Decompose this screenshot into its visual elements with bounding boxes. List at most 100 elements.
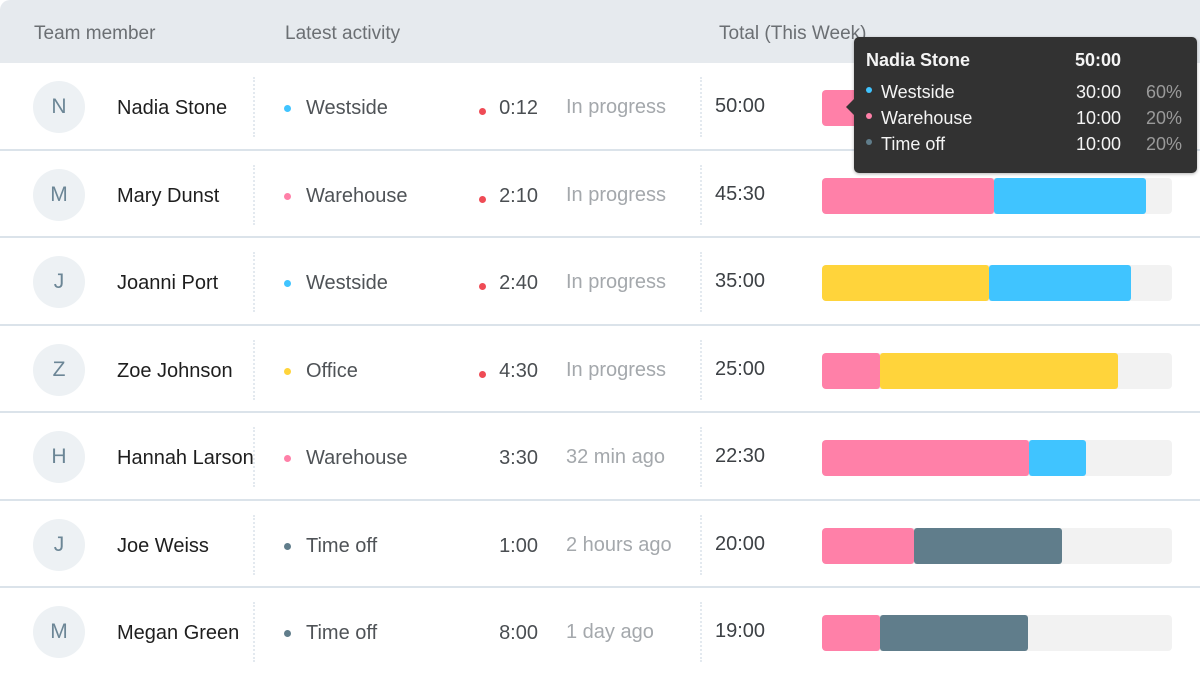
hours-bar[interactable] <box>822 615 1172 651</box>
weekly-total: 20:00 <box>715 532 766 555</box>
activity-duration: 2:40 <box>499 272 538 294</box>
hours-bar-segment-warehouse[interactable] <box>822 352 881 389</box>
member-name[interactable]: Joe Weiss <box>117 535 209 558</box>
hours-bar-segment-warehouse[interactable] <box>822 527 915 564</box>
activity-duration: 1:00 <box>499 534 538 557</box>
hours-bar[interactable] <box>822 352 1172 389</box>
activity-status: In progress <box>566 96 667 118</box>
tooltip-item-value: 10:00 <box>1076 108 1122 128</box>
activity-location: Office <box>306 359 358 382</box>
hours-bar-segment-time-off[interactable] <box>914 527 1063 564</box>
avatar: M <box>33 606 85 658</box>
team-member-row[interactable]: J Joanni Port Westside 2:40 In progress 35:00 <box>0 238 1200 326</box>
tooltip-item: Time off 10:00 20% <box>854 134 1197 158</box>
column-divider <box>700 164 702 225</box>
hours-bar-segment-westside[interactable] <box>988 265 1132 301</box>
column-divider <box>253 339 255 400</box>
avatar: M <box>33 168 85 221</box>
tooltip-item: Westside 30:00 60% <box>854 82 1197 106</box>
activity-location: Time off <box>306 534 378 557</box>
column-divider <box>253 164 255 225</box>
tooltip-item-value: 10:00 <box>1076 134 1122 154</box>
hours-bar[interactable] <box>822 527 1172 564</box>
column-divider <box>700 252 702 312</box>
avatar: Z <box>33 343 85 396</box>
column-divider <box>700 602 702 662</box>
team-member-row[interactable]: H Hannah Larson Warehouse 3:30 32 min ago 22:… <box>0 413 1200 501</box>
location-dot-icon <box>284 105 291 112</box>
activity-status: 2 hours ago <box>566 533 672 556</box>
activity-duration: 0:12 <box>499 97 538 119</box>
column-divider <box>700 514 702 575</box>
time-off-dot-icon <box>866 139 872 145</box>
activity-status: In progress <box>566 183 667 206</box>
column-header-team-member[interactable]: Team member <box>34 23 155 45</box>
hours-breakdown-tooltip: Nadia Stone 50:00 Westside 30:00 60% War… <box>846 37 1197 173</box>
hours-bar[interactable] <box>822 265 1172 301</box>
live-indicator-icon <box>479 283 486 290</box>
hours-bar-segment-warehouse[interactable] <box>822 615 881 651</box>
tooltip-item-label: Westside <box>881 82 955 102</box>
hours-bar-segment-westside[interactable] <box>1028 440 1086 476</box>
hours-bar-segment-warehouse[interactable] <box>822 177 994 214</box>
activity-location: Westside <box>306 97 388 119</box>
hours-bar-segment-warehouse[interactable] <box>822 440 1029 476</box>
tooltip-item-value: 30:00 <box>1076 82 1122 102</box>
activity-status: In progress <box>566 271 667 293</box>
activity-location: Warehouse <box>306 184 408 207</box>
avatar: H <box>33 431 85 483</box>
location-dot-icon <box>284 542 291 550</box>
hours-bar-segment-time-off[interactable] <box>880 615 1029 651</box>
activity-status: 32 min ago <box>566 446 665 468</box>
tooltip-arrow <box>846 99 854 115</box>
tooltip-item: Warehouse 10:00 20% <box>854 108 1197 132</box>
hours-bar-segment-office[interactable] <box>822 265 989 301</box>
hours-bar[interactable] <box>822 440 1172 476</box>
weekly-total: 22:30 <box>715 445 766 467</box>
hours-bar[interactable] <box>822 177 1172 214</box>
westside-dot-icon <box>866 87 872 93</box>
column-header-latest-activity[interactable]: Latest activity <box>285 23 400 45</box>
weekly-total: 19:00 <box>715 620 766 642</box>
avatar: J <box>33 518 85 571</box>
column-divider <box>700 339 702 400</box>
column-divider <box>253 602 255 662</box>
avatar: N <box>33 81 85 133</box>
activity-location: Westside <box>306 272 388 294</box>
column-divider <box>253 514 255 575</box>
column-divider <box>700 427 702 487</box>
tooltip-item-label: Time off <box>881 134 946 154</box>
column-divider <box>253 427 255 487</box>
member-name[interactable]: Megan Green <box>117 622 239 645</box>
avatar: J <box>33 256 85 308</box>
location-dot-icon <box>284 367 291 375</box>
column-divider <box>253 77 255 137</box>
member-name[interactable]: Zoe Johnson <box>117 360 233 383</box>
weekly-total: 50:00 <box>715 95 766 117</box>
weekly-total: 45:30 <box>715 182 766 205</box>
member-name[interactable]: Mary Dunst <box>117 185 219 208</box>
activity-location: Warehouse <box>306 447 408 469</box>
live-indicator-icon <box>479 370 486 378</box>
member-name[interactable]: Hannah Larson <box>117 447 254 470</box>
team-member-row[interactable]: Z Zoe Johnson Office 4:30 In progress 25:00 <box>0 326 1200 413</box>
member-name[interactable]: Joanni Port <box>117 272 218 295</box>
hours-bar-segment-office[interactable] <box>880 352 1119 389</box>
column-header-total[interactable]: Total (This Week) <box>719 23 866 45</box>
weekly-total: 35:00 <box>715 270 766 292</box>
activity-duration: 8:00 <box>499 622 538 644</box>
location-dot-icon <box>284 192 291 200</box>
activity-duration: 4:30 <box>499 359 538 382</box>
hours-bar-segment-westside[interactable] <box>993 177 1147 214</box>
tooltip-item-percent: 60% <box>1146 82 1183 102</box>
team-member-row[interactable]: J Joe Weiss Time off 1:00 2 hours ago 20:00 <box>0 501 1200 588</box>
column-divider <box>253 252 255 312</box>
weekly-total: 25:00 <box>715 357 766 380</box>
member-name[interactable]: Nadia Stone <box>117 97 227 120</box>
tooltip-member-name: Nadia Stone <box>866 50 971 70</box>
location-dot-icon <box>284 630 291 637</box>
activity-duration: 2:10 <box>499 184 538 207</box>
location-dot-icon <box>284 455 291 462</box>
team-member-row[interactable]: M Megan Green Time off 8:00 1 day ago 19:00 <box>0 588 1200 675</box>
warehouse-dot-icon <box>866 113 872 119</box>
